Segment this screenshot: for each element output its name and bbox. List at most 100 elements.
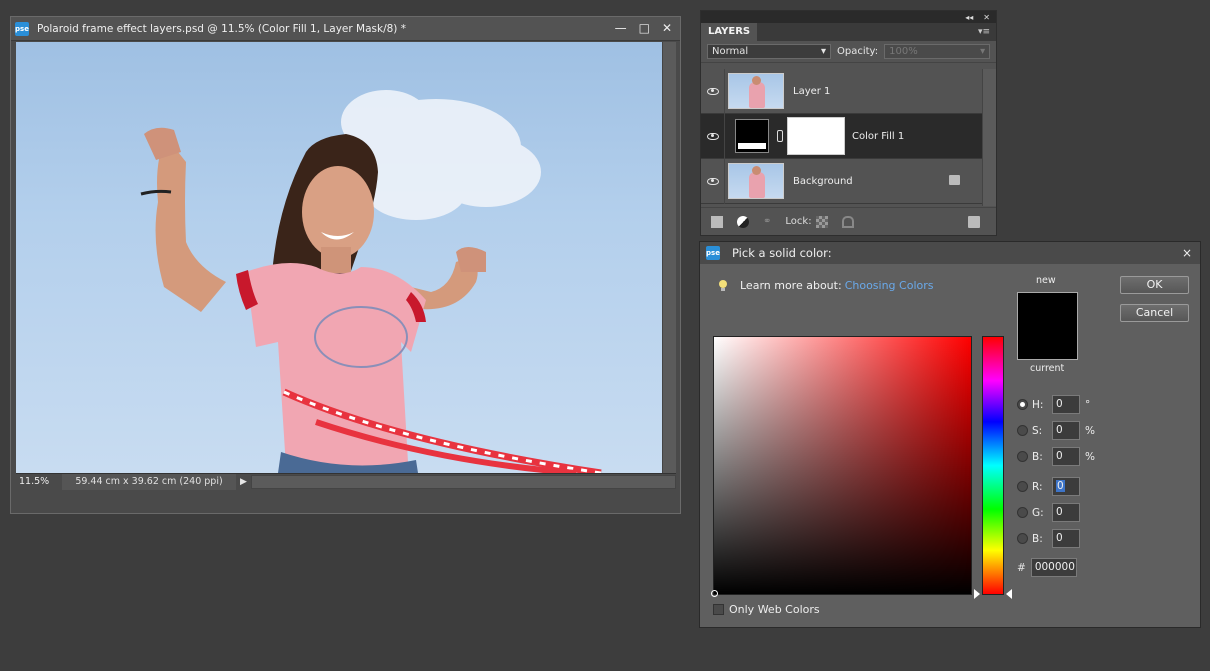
close-icon[interactable]: × bbox=[1182, 246, 1192, 260]
blue-input[interactable]: 0 bbox=[1052, 529, 1080, 548]
cancel-button[interactable]: Cancel bbox=[1120, 304, 1189, 322]
panel-menu-icon[interactable]: ▾≡ bbox=[978, 27, 990, 37]
dialog-titlebar[interactable]: pse Pick a solid color: × bbox=[700, 242, 1200, 264]
green-input[interactable]: 0 bbox=[1052, 503, 1080, 522]
chevron-down-icon: ▾ bbox=[980, 46, 986, 57]
maximize-icon[interactable]: □ bbox=[639, 21, 650, 35]
tab-layers[interactable]: LAYERS bbox=[701, 23, 758, 41]
percent-unit: % bbox=[1085, 424, 1095, 437]
saturation-field-row: S: 0 % bbox=[1017, 421, 1095, 440]
collapse-panel-icon[interactable]: ◂◂ bbox=[965, 13, 973, 22]
minimize-icon[interactable]: — bbox=[615, 21, 627, 35]
document-window: pse Polaroid frame effect layers.psd @ 1… bbox=[10, 16, 681, 514]
only-web-colors-label: Only Web Colors bbox=[729, 603, 820, 616]
status-bar: 11.5% 59.44 cm x 39.62 cm (240 ppi) ▶ bbox=[16, 473, 676, 490]
hex-input[interactable]: 000000 bbox=[1030, 558, 1077, 577]
pse-app-icon: pse bbox=[706, 246, 720, 260]
chevron-down-icon: ▾ bbox=[820, 46, 826, 57]
eye-icon bbox=[706, 177, 719, 185]
only-web-colors-checkbox[interactable]: Only Web Colors bbox=[713, 603, 820, 616]
link-layers-icon[interactable]: ⚭ bbox=[763, 216, 771, 227]
hue-label: H: bbox=[1032, 398, 1044, 411]
opacity-field[interactable]: 100% ▾ bbox=[884, 44, 991, 59]
saturation-radio[interactable] bbox=[1017, 425, 1028, 436]
blend-mode-select[interactable]: Normal ▾ bbox=[707, 44, 831, 59]
hue-slider[interactable] bbox=[982, 336, 1004, 595]
checkbox[interactable] bbox=[713, 604, 724, 615]
learn-more-text: Learn more about: bbox=[740, 279, 842, 292]
hue-slider-handle-right[interactable] bbox=[1006, 589, 1012, 599]
dialog-title: Pick a solid color: bbox=[732, 246, 832, 260]
eye-icon bbox=[706, 87, 719, 95]
fill-adjustment-thumbnail bbox=[735, 119, 769, 153]
layer-mask-thumbnail[interactable] bbox=[787, 117, 845, 155]
layer-row-layer-1[interactable]: Layer 1 bbox=[701, 68, 982, 114]
color-picker-cursor bbox=[711, 590, 718, 597]
current-color-label: current bbox=[1030, 363, 1065, 374]
blue-radio[interactable] bbox=[1017, 533, 1028, 544]
opacity-value: 100% bbox=[889, 46, 918, 57]
red-label: R: bbox=[1032, 480, 1043, 493]
adjustment-layer-icon[interactable] bbox=[737, 215, 749, 228]
layer-thumbnail bbox=[728, 73, 784, 109]
lock-all-icon[interactable] bbox=[841, 215, 854, 228]
vertical-scrollbar[interactable] bbox=[662, 42, 676, 473]
color-picker-dialog: pse Pick a solid color: × Learn more abo… bbox=[699, 241, 1201, 628]
color-preview-swatch[interactable] bbox=[1017, 292, 1078, 360]
document-size: 59.44 cm x 39.62 cm (240 ppi) bbox=[62, 473, 236, 490]
ok-button[interactable]: OK bbox=[1120, 276, 1189, 294]
percent-unit: % bbox=[1085, 450, 1095, 463]
document-title: Polaroid frame effect layers.psd @ 11.5%… bbox=[37, 22, 406, 35]
brightness-label: B: bbox=[1032, 450, 1043, 463]
blue-label: B: bbox=[1032, 532, 1043, 545]
layers-panel-header: ◂◂ ✕ bbox=[701, 11, 996, 23]
blue-field-row: B: 0 bbox=[1017, 529, 1080, 548]
layer-thumbnail bbox=[728, 163, 784, 199]
brightness-radio[interactable] bbox=[1017, 451, 1028, 462]
close-icon[interactable]: ✕ bbox=[662, 21, 672, 35]
hue-radio[interactable] bbox=[1017, 399, 1028, 410]
lock-transparent-icon[interactable] bbox=[815, 215, 828, 228]
saturation-brightness-field[interactable] bbox=[711, 336, 972, 597]
visibility-toggle[interactable] bbox=[701, 68, 725, 114]
red-input[interactable]: 0 bbox=[1052, 477, 1080, 496]
layer-row-color-fill-1[interactable]: Color Fill 1 bbox=[701, 113, 982, 159]
pse-app-icon: pse bbox=[15, 21, 29, 36]
brightness-input[interactable]: 0 bbox=[1052, 447, 1080, 466]
choosing-colors-link[interactable]: Choosing Colors bbox=[845, 279, 934, 292]
new-layer-icon[interactable] bbox=[711, 215, 723, 228]
zoom-level[interactable]: 11.5% bbox=[16, 476, 62, 487]
layer-name: Color Fill 1 bbox=[852, 130, 905, 142]
hue-input[interactable]: 0 bbox=[1052, 395, 1080, 414]
green-label: G: bbox=[1032, 506, 1044, 519]
hue-field-row: H: 0 ° bbox=[1017, 395, 1090, 414]
document-titlebar[interactable]: pse Polaroid frame effect layers.psd @ 1… bbox=[11, 17, 680, 41]
photo-girl-hula-hoop bbox=[140, 90, 602, 473]
eye-icon bbox=[706, 132, 719, 140]
red-radio[interactable] bbox=[1017, 481, 1028, 492]
visibility-toggle[interactable] bbox=[701, 158, 725, 204]
lock-label: Lock: bbox=[785, 216, 812, 227]
layer-name: Background bbox=[793, 175, 853, 187]
red-input-value: 0 bbox=[1056, 480, 1065, 492]
saturation-input[interactable]: 0 bbox=[1052, 421, 1080, 440]
layers-scrollbar[interactable] bbox=[982, 69, 996, 206]
trash-icon[interactable] bbox=[967, 215, 980, 228]
layer-row-background[interactable]: Background bbox=[701, 158, 982, 204]
layers-panel: ◂◂ ✕ LAYERS ▾≡ Normal ▾ Opacity: 100% ▾ … bbox=[700, 10, 997, 236]
hex-field-row: # 000000 bbox=[1017, 558, 1077, 577]
link-chain-icon[interactable] bbox=[777, 130, 783, 142]
hue-slider-handle-left[interactable] bbox=[974, 589, 980, 599]
green-radio[interactable] bbox=[1017, 507, 1028, 518]
saturation-label: S: bbox=[1032, 424, 1043, 437]
red-field-row: R: 0 bbox=[1017, 477, 1080, 496]
visibility-toggle[interactable] bbox=[701, 113, 725, 159]
horizontal-scrollbar[interactable] bbox=[250, 474, 676, 489]
layer-name: Layer 1 bbox=[793, 85, 831, 97]
new-color-label: new bbox=[1036, 275, 1056, 286]
status-menu-arrow-icon[interactable]: ▶ bbox=[240, 477, 247, 487]
close-panel-icon[interactable]: ✕ bbox=[983, 13, 990, 22]
brightness-field-row: B: 0 % bbox=[1017, 447, 1095, 466]
degree-unit: ° bbox=[1085, 398, 1091, 411]
image-canvas[interactable] bbox=[16, 42, 662, 473]
